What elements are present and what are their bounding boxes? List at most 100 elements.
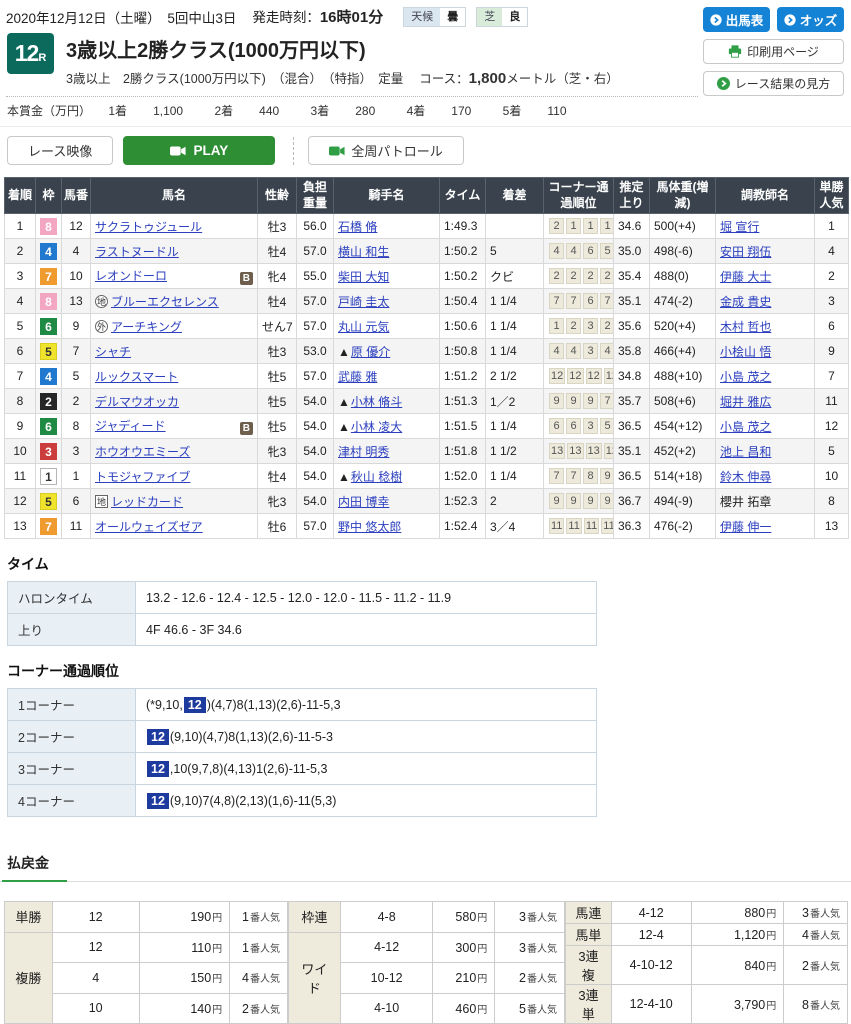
payout-type: 3連単 <box>566 985 612 1024</box>
horse-link[interactable]: オールウェイズゼア <box>95 520 203 534</box>
finish-position: 12 <box>5 489 36 514</box>
popularity-suffix: 番人気 <box>250 944 280 955</box>
corner-order-cell: 12121212 <box>544 364 614 389</box>
win-popularity: 11 <box>815 389 849 414</box>
margin: 1／2 <box>486 389 544 414</box>
body-weight: 474(-2) <box>650 289 716 314</box>
payout-popularity: 8番人気 <box>784 985 848 1024</box>
jockey-link[interactable]: 小林 凌大 <box>351 420 402 434</box>
jockey-link[interactable]: 戸崎 圭太 <box>338 295 389 309</box>
trainer-link[interactable]: 鈴木 伸尋 <box>720 470 771 484</box>
payout-combination: 4-8 <box>340 902 433 933</box>
horse-link[interactable]: デルマウオッカ <box>95 395 179 409</box>
horse-link[interactable]: レオンドーロ <box>95 269 167 283</box>
horse-link[interactable]: ホウオウエミーズ <box>95 445 190 459</box>
corner-position: 9 <box>566 393 581 409</box>
last-furlongs-row: 上り 4F 46.6 - 3F 34.6 <box>8 614 597 646</box>
yen-suffix: 円 <box>766 1001 776 1012</box>
trainer-cell: 小桧山 悟 <box>716 339 815 364</box>
corner-position: 12 <box>604 368 614 384</box>
trainer-link[interactable]: 伊藤 大士 <box>720 270 771 284</box>
patrol-video-button[interactable]: 全周パトロール <box>308 136 463 165</box>
jockey-link[interactable]: 野中 悠太郎 <box>338 520 401 534</box>
body-weight: 452(+2) <box>650 439 716 464</box>
body-weight: 454(+12) <box>650 414 716 439</box>
jockey-link[interactable]: 柴田 大知 <box>338 270 389 284</box>
horse-number: 5 <box>62 364 91 389</box>
highlighted-horse-12: 12 <box>147 793 169 809</box>
payout-combination: 4-10-12 <box>611 946 691 985</box>
results-guide-button[interactable]: レース結果の見方 <box>703 71 844 96</box>
payout-combination: 12-4 <box>611 924 691 946</box>
trainer-cell: 金成 貴史 <box>716 289 815 314</box>
jockey-link[interactable]: 石橋 脩 <box>338 220 377 234</box>
payout-amount: 580円 <box>433 902 495 933</box>
col-sex-age: 性齢 <box>258 178 297 214</box>
trainer-link[interactable]: 小桧山 悟 <box>720 345 771 359</box>
frame-cell: 2 <box>36 389 62 414</box>
corner-row: 3コーナー 12,10(9,7,8)(4,13)1(2,6)-11-5,3 <box>8 753 597 785</box>
payout-popularity: 1番人気 <box>230 902 288 933</box>
corner-position: 4 <box>549 243 564 259</box>
jockey-link[interactable]: 横山 和生 <box>338 245 389 259</box>
trainer-link[interactable]: 池上 昌和 <box>720 445 771 459</box>
trainer-link[interactable]: 伊藤 伸一 <box>720 520 771 534</box>
corner-position: 7 <box>549 293 564 309</box>
jockey-link[interactable]: 小林 脩斗 <box>351 395 402 409</box>
race-video-button[interactable]: レース映像 <box>7 136 113 165</box>
horse-link[interactable]: ルックスマート <box>95 370 178 384</box>
horse-link[interactable]: ラストヌードル <box>95 245 179 259</box>
trainer-link[interactable]: 小島 茂之 <box>720 370 771 384</box>
jockey-link[interactable]: 秋山 稔樹 <box>351 470 402 484</box>
condition-badges: 天候 曇 芝 良 <box>403 7 528 27</box>
jockey-link[interactable]: 内田 博幸 <box>338 495 389 509</box>
horse-link[interactable]: レッドカード <box>111 495 183 509</box>
frame-cell: 8 <box>36 214 62 239</box>
entry-table-button[interactable]: 出馬表 <box>703 7 770 32</box>
frame-badge: 2 <box>40 393 57 410</box>
furlong-time-row: ハロンタイム 13.2 - 12.6 - 12.4 - 12.5 - 12.0 … <box>8 582 597 614</box>
trainer-link[interactable]: 堀 宣行 <box>720 220 759 234</box>
corner-position: 3 <box>583 418 598 434</box>
corner-order-cell: 2222 <box>544 264 614 289</box>
frame-cell: 8 <box>36 289 62 314</box>
jockey-cell: ▲小林 凌大 <box>334 414 440 439</box>
horse-link[interactable]: アーチキング <box>111 320 182 334</box>
arrow-circle-icon <box>784 14 796 26</box>
sex-age: 牡5 <box>258 389 297 414</box>
trainer-link[interactable]: 安田 翔伍 <box>720 245 771 259</box>
jockey-cell: 戸崎 圭太 <box>334 289 440 314</box>
payout-amount: 880円 <box>691 902 784 924</box>
horse-link[interactable]: ジャディード <box>95 419 166 433</box>
table-row: 4813地ブルーエクセレンス牡457.0戸崎 圭太1:50.41 1/47767… <box>5 289 849 314</box>
jockey-link[interactable]: 武藤 雅 <box>338 370 377 384</box>
play-button[interactable]: PLAY <box>123 136 275 165</box>
corner-order-cell: 6635 <box>544 414 614 439</box>
trainer-name: 櫻井 拓章 <box>720 495 771 509</box>
sex-age: 牡4 <box>258 464 297 489</box>
print-page-button[interactable]: 印刷用ページ <box>703 39 844 64</box>
finish-position: 1 <box>5 214 36 239</box>
popularity-suffix: 番人気 <box>527 913 557 924</box>
trainer-link[interactable]: 金成 貴史 <box>720 295 771 309</box>
prize-item: 4着 170 <box>407 104 486 118</box>
trainer-link[interactable]: 小島 茂之 <box>720 420 771 434</box>
odds-button[interactable]: オッズ <box>777 7 844 32</box>
jockey-link[interactable]: 原 優介 <box>351 345 390 359</box>
horse-link[interactable]: ブルーエクセレンス <box>111 295 219 309</box>
corner-table: 1コーナー (*9,10,12)(4,7)8(1,13)(2,6)-11-5,3… <box>7 688 597 817</box>
horse-link[interactable]: シャチ <box>95 345 131 359</box>
jockey-link[interactable]: 津村 明秀 <box>338 445 389 459</box>
race-conditions: 3歳以上 2勝クラス(1000万円以下) （混合） （特指） 定量 コース：1,… <box>66 68 619 87</box>
corner-position: 5 <box>600 243 614 259</box>
table-row: 13711オールウェイズゼア牡657.0野中 悠太郎1:52.43／411111… <box>5 514 849 539</box>
race-number-badge: 12R <box>7 33 54 74</box>
trainer-link[interactable]: 堀井 雅広 <box>720 395 771 409</box>
body-weight: 488(+10) <box>650 364 716 389</box>
horse-link[interactable]: サクラトゥジュール <box>95 220 202 234</box>
horse-link[interactable]: トモジャファイブ <box>95 470 190 484</box>
jockey-link[interactable]: 丸山 元気 <box>338 320 389 334</box>
yen-suffix: 円 <box>766 909 776 920</box>
trainer-link[interactable]: 木村 哲也 <box>720 320 771 334</box>
payout-amount: 210円 <box>433 963 495 994</box>
